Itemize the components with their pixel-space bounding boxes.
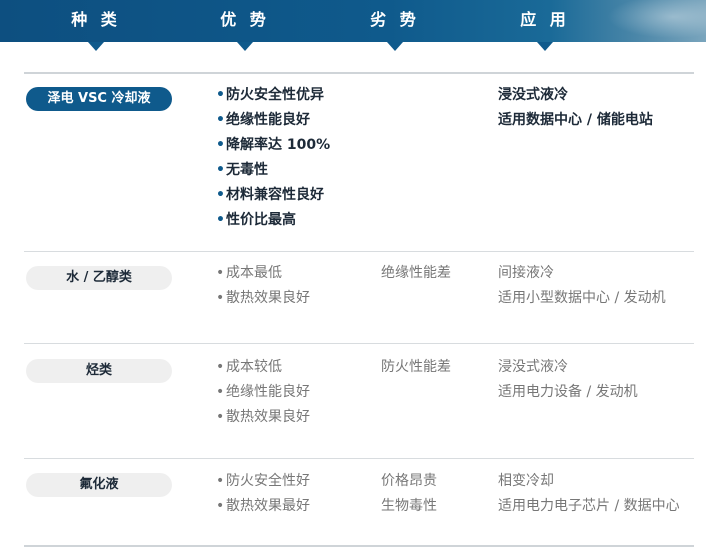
header-type: 种 类: [71, 10, 121, 29]
pros-item: • 散热效果良好: [216, 290, 310, 306]
header-decoration-image: [596, 0, 706, 42]
cons-item: 生物毒性: [381, 498, 437, 514]
application-item: 浸没式液冷: [498, 359, 568, 375]
cons-item: 价格昂贵: [381, 473, 437, 489]
pros-item: •降解率达 100%: [216, 137, 331, 153]
header-pointer: [537, 42, 553, 51]
row-divider: [24, 72, 694, 74]
type-label: 烃类: [26, 359, 172, 383]
row-divider: [24, 458, 694, 459]
application-item: 浸没式液冷: [498, 87, 568, 103]
application-item: 适用电力设备 / 发动机: [498, 384, 638, 400]
application-item: 相变冷却: [498, 473, 554, 489]
header-pointer: [88, 42, 104, 51]
header-pointer: [237, 42, 253, 51]
pros-item: • 散热效果良好: [216, 409, 310, 425]
header-pointer: [387, 42, 403, 51]
table-header: 种 类 优 势 劣 势 应 用: [0, 0, 706, 42]
type-label: 泽电 VSC 冷却液: [26, 87, 172, 111]
cons-item: 防火性能差: [381, 359, 451, 375]
application-item: 适用小型数据中心 / 发动机: [498, 290, 666, 306]
application-item: 适用电力电子芯片 / 数据中心: [498, 498, 680, 514]
application-item: 间接液冷: [498, 265, 554, 281]
application-item: 适用数据中心 / 储能电站: [498, 112, 653, 128]
pros-item: • 成本较低: [216, 359, 282, 375]
type-label: 氟化液: [26, 473, 172, 497]
header-application: 应 用: [520, 10, 570, 29]
cons-item: 绝缘性能差: [381, 265, 451, 281]
pros-item: •无毒性: [216, 162, 268, 178]
header-cons: 劣 势: [370, 10, 420, 29]
row-divider: [24, 343, 694, 344]
type-label: 水 / 乙醇类: [26, 266, 172, 290]
row-divider: [24, 251, 694, 252]
header-pros: 优 势: [220, 10, 270, 29]
pros-item: •防火安全性优异: [216, 87, 324, 103]
pros-item: •绝缘性能良好: [216, 112, 310, 128]
pros-item: • 防火安全性好: [216, 473, 310, 489]
pros-item: • 成本最低: [216, 265, 282, 281]
pros-item: •材料兼容性良好: [216, 187, 324, 203]
row-divider: [24, 545, 694, 547]
pros-item: • 散热效果最好: [216, 498, 310, 514]
pros-item: •绝缘性能良好: [216, 384, 310, 400]
pros-item: •性价比最高: [216, 212, 296, 228]
